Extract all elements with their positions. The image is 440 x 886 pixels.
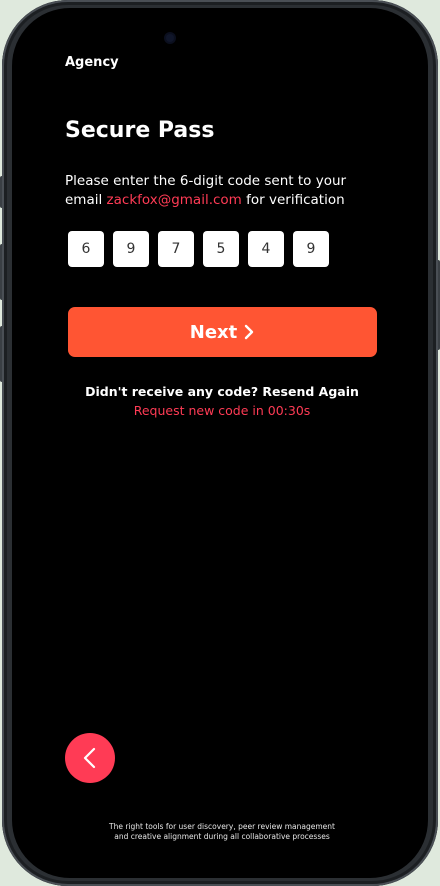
otp-digit-3[interactable]: 7 [158, 231, 194, 267]
otp-digit-5[interactable]: 4 [248, 231, 284, 267]
instruction-suffix: for verification [246, 192, 345, 208]
footer-tagline: The right tools for user discovery, peer… [12, 822, 428, 842]
otp-digit-1[interactable]: 6 [68, 231, 104, 267]
page-title: Secure Pass [65, 118, 215, 143]
phone-screen: Agency Secure Pass Please enter the 6-di… [12, 8, 428, 878]
back-button[interactable] [65, 733, 115, 783]
otp-digit-6[interactable]: 9 [293, 231, 329, 267]
next-button-label: Next [189, 321, 238, 343]
chevron-left-icon [83, 747, 96, 769]
otp-digit-2[interactable]: 9 [113, 231, 149, 267]
email-link[interactable]: zackfox@gmail.com [107, 192, 242, 208]
instruction-text: Please enter the 6-digit code sent to yo… [65, 172, 365, 210]
footer-line-1: The right tools for user discovery, peer… [109, 822, 335, 831]
resend-code-link[interactable]: Didn't receive any code? Resend Again [12, 384, 428, 399]
device-stage: Agency Secure Pass Please enter the 6-di… [0, 0, 440, 886]
brand-label: Agency [65, 55, 119, 70]
chevron-right-icon [245, 324, 254, 340]
otp-digit-4[interactable]: 5 [203, 231, 239, 267]
footer-line-2: and creative alignment during all collab… [114, 832, 330, 841]
otp-code-row: 6 9 7 5 4 9 [68, 231, 329, 267]
front-camera-icon [166, 34, 174, 42]
phone-frame: Agency Secure Pass Please enter the 6-di… [2, 0, 438, 886]
resend-timer: Request new code in 00:30s [133, 403, 311, 418]
next-button[interactable]: Next [68, 307, 377, 357]
